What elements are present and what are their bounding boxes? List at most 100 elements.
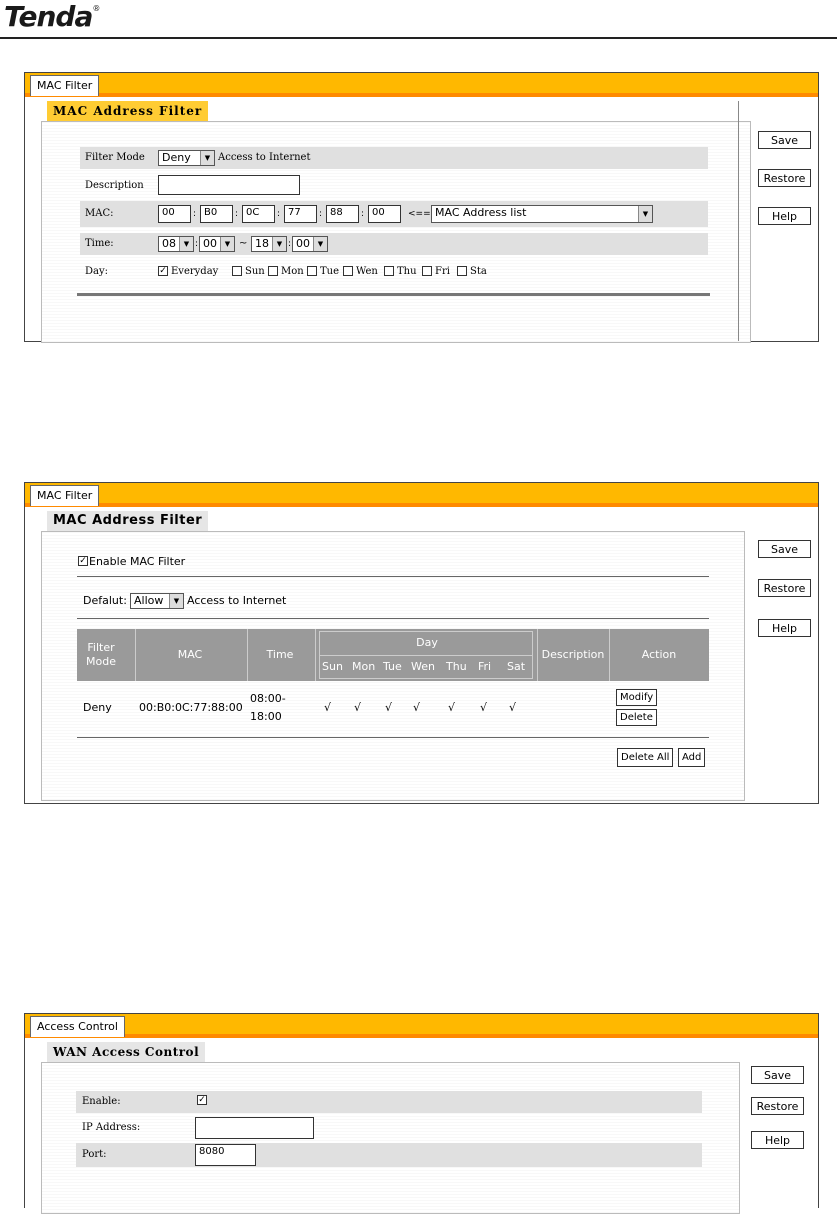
th-day-6: Sat [507, 660, 526, 673]
row-time-end: 18:00 [250, 710, 282, 723]
day-checkbox-3[interactable] [307, 266, 317, 276]
day-checkbox-4[interactable] [343, 266, 353, 276]
save-button[interactable]: Save [758, 540, 811, 558]
form-area [41, 1062, 740, 1214]
th-time: Time [266, 648, 294, 661]
day-label-1: Sun [245, 266, 265, 277]
chevron-down-icon: ▼ [220, 237, 234, 251]
day-checkbox-2[interactable] [268, 266, 278, 276]
enable-mac-filter-label: Enable MAC Filter [89, 555, 186, 568]
day-checkbox-5[interactable] [384, 266, 394, 276]
enable-label: Enable: [82, 1096, 121, 1107]
time-end-minute-select[interactable]: 00 ▼ [292, 236, 328, 252]
restore-button[interactable]: Restore [758, 169, 811, 187]
mac-filter-panel-2: MAC Filter MAC Address Filter Save Resto… [24, 482, 819, 804]
tab-bar [25, 483, 818, 507]
mac-arrow: <== [408, 209, 431, 219]
default-label: Defalut: [83, 594, 127, 607]
modify-button[interactable]: Modify [616, 689, 658, 706]
help-button[interactable]: Help [758, 619, 811, 637]
tab-mac-filter[interactable]: MAC Filter [30, 485, 100, 506]
th-day-1: Mon [352, 660, 376, 673]
delete-button[interactable]: Delete [616, 709, 657, 726]
th-day-0: Sun [322, 660, 343, 673]
mac-octet-1[interactable]: 00 [158, 205, 191, 223]
row-mac: 00:B0:0C:77:88:00 [139, 701, 243, 714]
day-label-4: Wen [356, 266, 378, 277]
port-label: Port: [82, 1149, 107, 1160]
tab-mac-filter[interactable]: MAC Filter [30, 75, 100, 96]
th-day-3: Wen [411, 660, 435, 673]
default-suffix: Access to Internet [187, 594, 287, 607]
form-bottom-divider [77, 293, 710, 296]
day-checkbox-6[interactable] [422, 266, 432, 276]
filter-mode-suffix: Access to Internet [218, 152, 311, 163]
time-separator: ~ [239, 238, 248, 249]
day-checkbox-7[interactable] [457, 266, 467, 276]
time-start-hour-select[interactable]: 08 ▼ [158, 236, 194, 252]
save-button[interactable]: Save [751, 1066, 804, 1084]
row-time-start: 08:00- [250, 692, 286, 705]
th-filter-mode: Filter Mode [86, 641, 116, 668]
port-input[interactable]: 8080 [195, 1144, 256, 1166]
port-row [76, 1143, 702, 1167]
help-button[interactable]: Help [751, 1131, 804, 1149]
section-title: MAC Address Filter [47, 511, 209, 531]
day-checkbox-1[interactable] [232, 266, 242, 276]
ip-address-input[interactable] [195, 1117, 314, 1139]
chevron-down-icon: ▼ [313, 237, 327, 251]
mac-filter-panel-1: MAC Filter MAC Address Filter Save Resto… [24, 72, 819, 343]
mac-octet-4[interactable]: 77 [284, 205, 317, 223]
mac-octet-2[interactable]: B0 [200, 205, 233, 223]
mac-octet-6[interactable]: 00 [368, 205, 401, 223]
day-label-2: Mon [281, 266, 304, 277]
restore-button[interactable]: Restore [758, 579, 811, 597]
row-day-tick-5: √ [480, 701, 488, 714]
row-day-tick-3: √ [413, 701, 421, 714]
enable-checkbox[interactable]: ✓ [197, 1095, 207, 1105]
chevron-down-icon: ▼ [179, 237, 193, 251]
day-checkbox-0[interactable]: ✓ [158, 266, 168, 276]
section-title: WAN Access Control [47, 1042, 206, 1062]
mac-octet-3[interactable]: 0C [242, 205, 275, 223]
add-button[interactable]: Add [678, 748, 706, 767]
mac-label: MAC: [85, 208, 114, 219]
enable-mac-filter-checkbox[interactable]: ✓ [78, 556, 88, 566]
row-day-tick-4: √ [448, 701, 456, 714]
delete-all-button[interactable]: Delete All [617, 748, 674, 767]
filter-mode-label: Filter Mode [85, 152, 145, 163]
th-day-5: Fri [478, 660, 492, 673]
row-day-tick-6: √ [509, 701, 517, 714]
tab-access-control[interactable]: Access Control [30, 1016, 125, 1037]
day-label-3: Tue [320, 266, 340, 277]
access-control-panel: Access Control WAN Access Control Save R… [24, 1013, 819, 1214]
tenda-logo: Tenda® [4, 0, 100, 33]
default-select[interactable]: Allow ▼ [130, 593, 184, 609]
row-day-tick-1: √ [354, 701, 362, 714]
mac-address-list-select[interactable]: MAC Address list ▼ [431, 205, 653, 223]
restore-button[interactable]: Restore [751, 1097, 804, 1115]
row-day-tick-0: √ [324, 701, 332, 714]
mac-octet-5[interactable]: 88 [326, 205, 359, 223]
day-label: Day: [85, 266, 108, 277]
time-end-hour-select[interactable]: 18 ▼ [251, 236, 287, 252]
filter-mode-select[interactable]: Deny ▼ [158, 150, 215, 166]
chevron-down-icon: ▼ [169, 594, 183, 608]
day-label-6: Fri [435, 266, 450, 277]
save-button[interactable]: Save [758, 131, 811, 149]
time-label: Time: [85, 238, 114, 249]
description-input[interactable] [158, 175, 300, 195]
tab-bar [25, 1014, 818, 1038]
chevron-down-icon: ▼ [200, 151, 214, 165]
th-mac: MAC [177, 648, 203, 661]
row-mode: Deny [83, 701, 112, 714]
enable-row [76, 1091, 702, 1113]
time-start-minute-select[interactable]: 00 ▼ [199, 236, 235, 252]
help-button[interactable]: Help [758, 207, 811, 225]
th-description: Description [541, 648, 605, 661]
description-label: Description [85, 180, 144, 191]
row-day-tick-2: √ [385, 701, 393, 714]
day-label-7: Sta [470, 266, 487, 277]
header-divider [0, 37, 837, 39]
day-label-5: Thu [397, 266, 417, 277]
